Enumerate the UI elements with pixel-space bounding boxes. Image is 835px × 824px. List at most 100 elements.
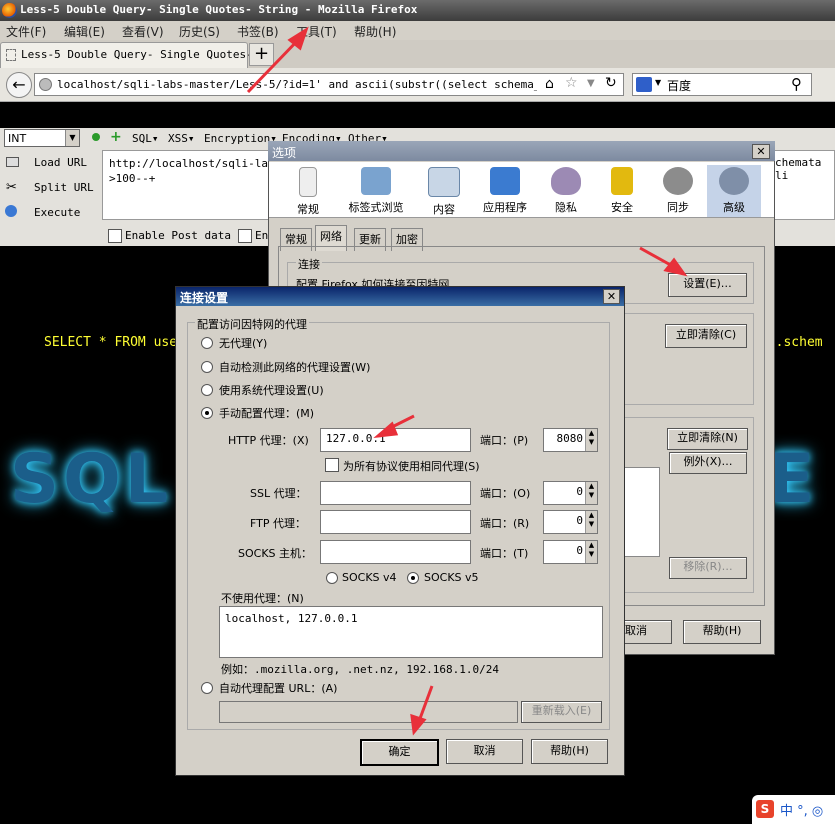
help-button[interactable]: 帮助(H) xyxy=(531,739,608,764)
category-content[interactable]: 内容 xyxy=(417,165,471,217)
ok-button[interactable]: 确定 xyxy=(360,739,439,766)
split-url-button[interactable]: Split URL xyxy=(34,181,94,194)
tab-less5[interactable]: Less-5 Double Query- Single Quotes-… xyxy=(0,42,259,68)
socks-host-input[interactable] xyxy=(320,540,471,564)
load-url-button[interactable]: Load URL xyxy=(34,156,87,169)
enable-referrer-label: En xyxy=(255,229,269,242)
textarea-line-1: http://localhost/sqli-labs xyxy=(109,157,282,170)
menu-bookmarks[interactable]: 书签(B) xyxy=(237,23,279,40)
reload-button[interactable]: 重新载入(E) xyxy=(521,701,602,723)
clear-offline-button[interactable]: 立即清除(N) xyxy=(667,428,748,450)
proxy-group-label: 配置访问因特网的代理 xyxy=(195,316,309,332)
tabs-icon xyxy=(361,167,391,195)
sqli-logo: SQL xyxy=(10,440,173,519)
ime-status: 中 °, ◎ xyxy=(780,804,824,819)
exceptions-button[interactable]: 例外(X)… xyxy=(669,452,747,474)
connection-close-button[interactable]: ✕ xyxy=(603,289,620,304)
radio-system-proxy[interactable] xyxy=(201,384,213,396)
dropdown-arrow-icon[interactable]: ▼ xyxy=(587,76,599,92)
search-icon[interactable]: ⚲ xyxy=(791,75,802,93)
enable-post-checkbox[interactable] xyxy=(108,229,122,243)
category-privacy[interactable]: 隐私 xyxy=(539,165,593,217)
category-tabs[interactable]: 标签式浏览 xyxy=(341,165,411,217)
ftp-port-input[interactable]: 0 ▲ ▼ xyxy=(543,510,598,534)
ssl-port-value: 0 xyxy=(576,485,583,498)
no-proxy-textarea[interactable]: localhost, 127.0.0.1 xyxy=(219,606,603,658)
page-icon xyxy=(6,49,16,61)
ssl-port-input[interactable]: 0 ▲ ▼ xyxy=(543,481,598,505)
bookmark-star-icon[interactable]: ☆ xyxy=(565,75,581,91)
content-icon xyxy=(428,167,460,197)
options-title: 选项 xyxy=(272,146,297,160)
reload-icon[interactable]: ↻ xyxy=(605,75,621,91)
execute-button[interactable]: Execute xyxy=(34,206,80,219)
radio-auto-config-url[interactable] xyxy=(201,682,213,694)
tab-label: Less-5 Double Query- Single Quotes-… xyxy=(21,48,260,61)
socks-host-label: SOCKS 主机： xyxy=(238,547,313,560)
menu-help[interactable]: 帮助(H) xyxy=(354,23,396,40)
toolbar-overflow xyxy=(818,73,835,96)
hackbar-menu-encryption[interactable]: Encryption▾ xyxy=(204,132,277,145)
radio-no-proxy[interactable] xyxy=(201,337,213,349)
category-sync[interactable]: 同步 xyxy=(651,165,705,217)
connection-titlebar: 连接设置 xyxy=(176,287,624,306)
remove-button[interactable]: 移除(R)… xyxy=(669,557,747,579)
menu-edit[interactable]: 编辑(E) xyxy=(64,23,105,40)
textarea-line-2: >100--+ xyxy=(109,172,156,185)
url-bar[interactable]: localhost/sqli-labs-master/Less-5/?id=1'… xyxy=(34,73,624,96)
category-advanced[interactable]: 高级 xyxy=(707,165,761,217)
spinner-arrows-icon[interactable]: ▲ ▼ xyxy=(585,511,597,533)
menu-file[interactable]: 文件(F) xyxy=(6,23,46,40)
connection-settings-button[interactable]: 设置(E)… xyxy=(668,273,747,297)
spinner-arrows-icon[interactable]: ▲ ▼ xyxy=(585,482,597,504)
hackbar-type-select[interactable]: INT ▼ xyxy=(4,129,80,147)
cancel-button[interactable]: 取消 xyxy=(446,739,523,764)
category-label: 标签式浏览 xyxy=(348,201,404,214)
http-port-input[interactable]: 8080 ▲ ▼ xyxy=(543,428,598,452)
chevron-down-icon: ▼ xyxy=(65,130,79,146)
ftp-proxy-input[interactable] xyxy=(320,510,471,534)
ime-toolbar[interactable]: S 中 °, ◎ xyxy=(752,795,835,824)
enable-post-label: Enable Post data xyxy=(125,229,231,242)
plus-icon[interactable]: + xyxy=(110,129,122,145)
socks-port-input[interactable]: 0 ▲ ▼ xyxy=(543,540,598,564)
radio-socks-v5[interactable] xyxy=(407,572,419,584)
search-placeholder: 百度 xyxy=(667,79,692,93)
hackbar-menu-sql[interactable]: SQL▾ xyxy=(132,132,159,145)
radio-manual-proxy[interactable] xyxy=(201,407,213,419)
radio-auto-detect[interactable] xyxy=(201,361,213,373)
menu-tools[interactable]: 工具(T) xyxy=(296,23,337,40)
home-icon[interactable]: ⌂ xyxy=(545,76,561,92)
search-box[interactable]: ▼ 百度 ⚲ xyxy=(632,73,812,96)
same-proxy-label: 为所有协议使用相同代理(S) xyxy=(343,460,480,473)
connection-group-label: 连接 xyxy=(296,256,322,272)
menu-view[interactable]: 查看(V) xyxy=(122,23,164,40)
new-tab-button[interactable]: + xyxy=(249,43,274,66)
search-engine-dropdown-icon[interactable]: ▼ xyxy=(655,78,661,87)
clear-cache-button[interactable]: 立即清除(C) xyxy=(665,324,747,348)
category-label: 隐私 xyxy=(555,201,577,214)
http-proxy-input[interactable]: 127.0.0.1 xyxy=(320,428,471,452)
http-port-label: 端口：(P) xyxy=(480,434,529,447)
minus-icon[interactable] xyxy=(92,133,100,141)
auto-config-url-input[interactable] xyxy=(219,701,518,723)
category-label: 常规 xyxy=(297,203,319,216)
menu-history[interactable]: 历史(S) xyxy=(179,23,220,40)
radio-socks-v4[interactable] xyxy=(326,572,338,584)
back-button[interactable]: ← xyxy=(6,72,32,98)
spinner-arrows-icon[interactable]: ▲ ▼ xyxy=(585,541,597,563)
split-url-icon: ✂ xyxy=(6,180,17,195)
gear-icon xyxy=(719,167,749,195)
category-general[interactable]: 常规 xyxy=(281,165,335,217)
category-label: 应用程序 xyxy=(483,201,527,214)
category-applications[interactable]: 应用程序 xyxy=(475,165,535,217)
spinner-arrows-icon[interactable]: ▲ ▼ xyxy=(585,429,597,451)
ftp-proxy-label: FTP 代理： xyxy=(250,517,306,530)
ssl-proxy-input[interactable] xyxy=(320,481,471,505)
options-close-button[interactable]: ✕ xyxy=(752,144,770,159)
same-proxy-checkbox[interactable] xyxy=(325,458,339,472)
category-security[interactable]: 安全 xyxy=(595,165,649,217)
enable-referrer-checkbox[interactable] xyxy=(238,229,252,243)
hackbar-menu-xss[interactable]: XSS▾ xyxy=(168,132,195,145)
options-help-button[interactable]: 帮助(H) xyxy=(683,620,761,644)
